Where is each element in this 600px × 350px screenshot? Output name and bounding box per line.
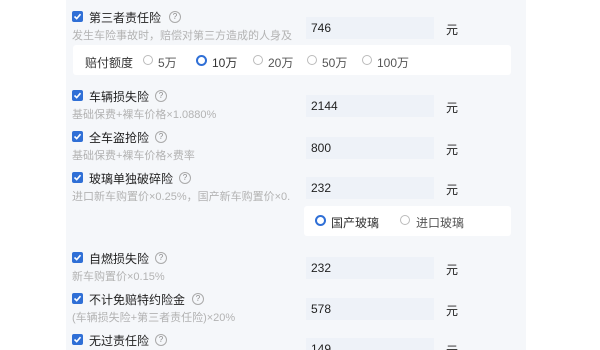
non-deductible-desc: (车辆损失险+第三者责任险)×20% (72, 312, 236, 324)
check-icon (73, 133, 82, 140)
check-icon (73, 174, 82, 181)
liability-50w-radio[interactable] (307, 55, 317, 65)
question-icon[interactable]: ? (155, 90, 167, 102)
no-fault-liability-checkbox[interactable] (72, 334, 83, 345)
liability-100w-label[interactable]: 100万 (377, 54, 409, 71)
non-deductible-checkbox[interactable] (72, 293, 83, 304)
check-icon (73, 295, 82, 302)
question-icon[interactable]: ? (155, 131, 167, 143)
glass-breakage-checkbox[interactable] (72, 172, 83, 183)
spontaneous-combustion-amount: 232 (306, 257, 434, 279)
check-icon (73, 13, 82, 20)
glass-breakage-title: 玻璃单独破碎险 (89, 172, 174, 186)
spontaneous-combustion-unit: 元 (446, 263, 459, 277)
check-icon (73, 92, 82, 99)
non-deductible-unit: 元 (446, 304, 459, 318)
question-icon[interactable]: ? (155, 252, 167, 264)
liability-10w-label[interactable]: 10万 (212, 54, 237, 71)
glass-breakage-desc: 进口新车购置价×0.25%，国产新车购置价×0. (72, 191, 291, 203)
domestic-glass-radio[interactable] (315, 215, 326, 226)
theft-unit: 元 (446, 143, 459, 157)
question-icon[interactable]: ? (192, 293, 204, 305)
liability-20w-label[interactable]: 20万 (268, 54, 293, 71)
vehicle-damage-checkbox[interactable] (72, 90, 83, 101)
theft-checkbox[interactable] (72, 131, 83, 142)
vehicle-damage-title: 车辆损失险 (89, 90, 150, 104)
question-icon[interactable]: ? (155, 334, 167, 346)
liability-label: 赔付额度 (85, 56, 134, 70)
third-party-liability-desc: 发生车险事故时，赔偿对第三方造成的人身及 (72, 30, 292, 42)
third-party-liability-amount: 746 (306, 17, 434, 39)
theft-desc: 基础保费+裸车价格×费率 (72, 150, 195, 162)
spontaneous-combustion-checkbox[interactable] (72, 252, 83, 263)
liability-5w-radio[interactable] (143, 55, 153, 65)
theft-amount: 800 (306, 137, 434, 159)
liability-5w-label[interactable]: 5万 (158, 54, 177, 71)
vehicle-damage-unit: 元 (446, 101, 459, 115)
non-deductible-amount: 578 (306, 298, 434, 320)
vehicle-damage-amount: 2144 (306, 95, 434, 117)
check-icon (73, 336, 82, 343)
question-icon[interactable]: ? (179, 172, 191, 184)
no-fault-liability-title: 无过责任险 (89, 334, 150, 348)
check-icon (73, 254, 82, 261)
third-party-liability-unit: 元 (446, 23, 459, 37)
vehicle-damage-desc: 基础保费+裸车价格×1.0880% (72, 109, 217, 121)
liability-100w-radio[interactable] (362, 55, 372, 65)
glass-breakage-unit: 元 (446, 183, 459, 197)
spontaneous-combustion-desc: 新车购置价×0.15% (72, 271, 165, 283)
domestic-glass-label[interactable]: 国产玻璃 (331, 214, 379, 231)
no-fault-liability-amount: 149 (306, 338, 434, 350)
no-fault-liability-unit: 元 (446, 342, 458, 350)
imported-glass-label[interactable]: 进口玻璃 (416, 214, 464, 231)
spontaneous-combustion-title: 自燃损失险 (89, 252, 150, 266)
non-deductible-title: 不计免赔特约险金 (89, 293, 186, 307)
third-party-liability-checkbox[interactable] (72, 11, 83, 22)
theft-title: 全车盗抢险 (89, 131, 150, 145)
glass-breakage-amount: 232 (306, 177, 434, 199)
liability-50w-label[interactable]: 50万 (322, 54, 347, 71)
liability-10w-radio[interactable] (196, 55, 207, 66)
imported-glass-radio[interactable] (400, 215, 410, 225)
third-party-liability-title: 第三者责任险 (89, 11, 162, 25)
liability-20w-radio[interactable] (253, 55, 263, 65)
question-icon[interactable]: ? (169, 11, 181, 23)
